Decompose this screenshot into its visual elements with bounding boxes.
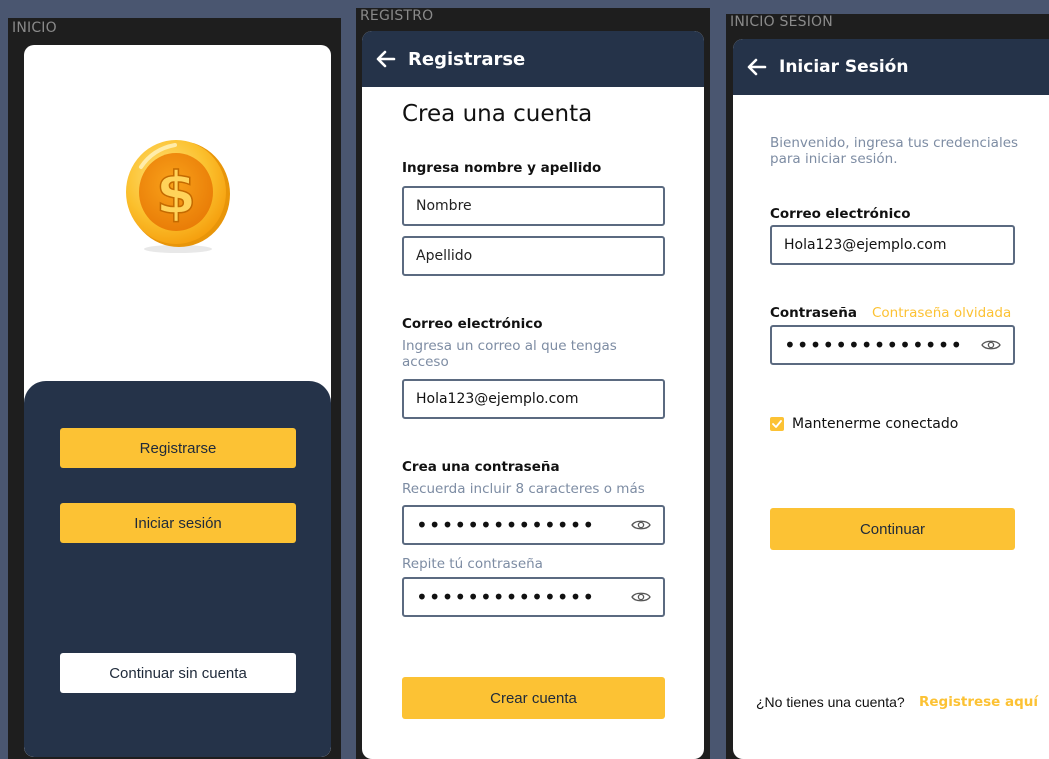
app-header: Iniciar Sesión xyxy=(733,39,1049,95)
eye-icon[interactable] xyxy=(631,590,651,604)
login-button[interactable]: Iniciar sesión xyxy=(60,503,296,543)
register-button[interactable]: Registrarse xyxy=(60,428,296,468)
repeat-password-hint: Repite tú contraseña xyxy=(402,556,543,572)
no-account-text: ¿No tienes una cuenta? xyxy=(756,694,905,710)
page-title: Crea una cuenta xyxy=(402,101,593,127)
password-field[interactable]: •••••••••••••• xyxy=(770,325,1015,365)
continue-without-account-button[interactable]: Continuar sin cuenta xyxy=(60,653,296,693)
inicio-sesion-frame: INICIO SESION Iniciar Sesión Bienvenido,… xyxy=(726,14,1049,759)
app-header: Registrarse xyxy=(362,31,704,87)
first-name-field[interactable] xyxy=(402,186,665,226)
dollar-coin-icon: $ xyxy=(126,140,230,253)
registro-frame: REGISTRO Registrarse Crea una cuenta Ing… xyxy=(356,8,710,759)
back-arrow-icon[interactable] xyxy=(374,47,398,71)
email-field[interactable] xyxy=(402,379,665,419)
repeat-password-value: •••••••••••••• xyxy=(416,585,596,609)
remember-me-checkbox[interactable] xyxy=(770,417,784,431)
eye-icon[interactable] xyxy=(631,518,651,532)
inicio-sesion-screen: Iniciar Sesión Bienvenido, ingresa tus c… xyxy=(733,39,1049,759)
password-value: •••••••••••••• xyxy=(416,513,596,537)
eye-icon[interactable] xyxy=(981,338,1001,352)
back-arrow-icon[interactable] xyxy=(745,55,769,79)
email-input[interactable] xyxy=(784,237,1001,253)
password-label: Contraseña xyxy=(770,305,857,321)
name-label: Ingresa nombre y apellido xyxy=(402,160,602,176)
last-name-field[interactable] xyxy=(402,236,665,276)
password-hint: Recuerda incluir 8 caracteres o más xyxy=(402,481,645,497)
email-input[interactable] xyxy=(416,391,651,407)
create-account-button[interactable]: Crear cuenta xyxy=(402,677,665,719)
inicio-screen: $ Registrarse Iniciar sesión Continuar s… xyxy=(24,45,331,757)
last-name-input[interactable] xyxy=(416,248,651,264)
email-label: Correo electrónico xyxy=(770,206,911,222)
frame-label: REGISTRO xyxy=(360,8,434,24)
password-value: •••••••••••••• xyxy=(784,333,964,357)
svg-text:$: $ xyxy=(156,159,196,227)
action-panel: Registrarse Iniciar sesión Continuar sin… xyxy=(24,381,331,757)
email-label: Correo electrónico xyxy=(402,316,543,332)
remember-me-label: Mantenerme conectado xyxy=(792,416,959,432)
password-field[interactable]: •••••••••••••• xyxy=(402,505,665,545)
header-title: Registrarse xyxy=(408,48,526,70)
frame-label: INICIO xyxy=(12,20,57,36)
password-label: Crea una contraseña xyxy=(402,459,560,475)
register-here-link[interactable]: Registrese aquí xyxy=(919,694,1038,710)
registro-screen: Registrarse Crea una cuenta Ingresa nomb… xyxy=(362,31,704,759)
frame-label: INICIO SESION xyxy=(730,14,833,30)
forgot-password-link[interactable]: Contraseña olvidada xyxy=(872,305,1011,321)
email-hint: Ingresa un correo al que tengas acceso xyxy=(402,338,617,370)
welcome-text: Bienvenido, ingresa tus credenciales par… xyxy=(770,135,1019,167)
checkmark-icon xyxy=(772,420,782,428)
email-field[interactable] xyxy=(770,225,1015,265)
header-title: Iniciar Sesión xyxy=(779,57,909,77)
continue-button[interactable]: Continuar xyxy=(770,508,1015,550)
inicio-frame: INICIO $ Registrarse Iniciar sesión Cont… xyxy=(8,18,341,759)
first-name-input[interactable] xyxy=(416,198,651,214)
repeat-password-field[interactable]: •••••••••••••• xyxy=(402,577,665,617)
